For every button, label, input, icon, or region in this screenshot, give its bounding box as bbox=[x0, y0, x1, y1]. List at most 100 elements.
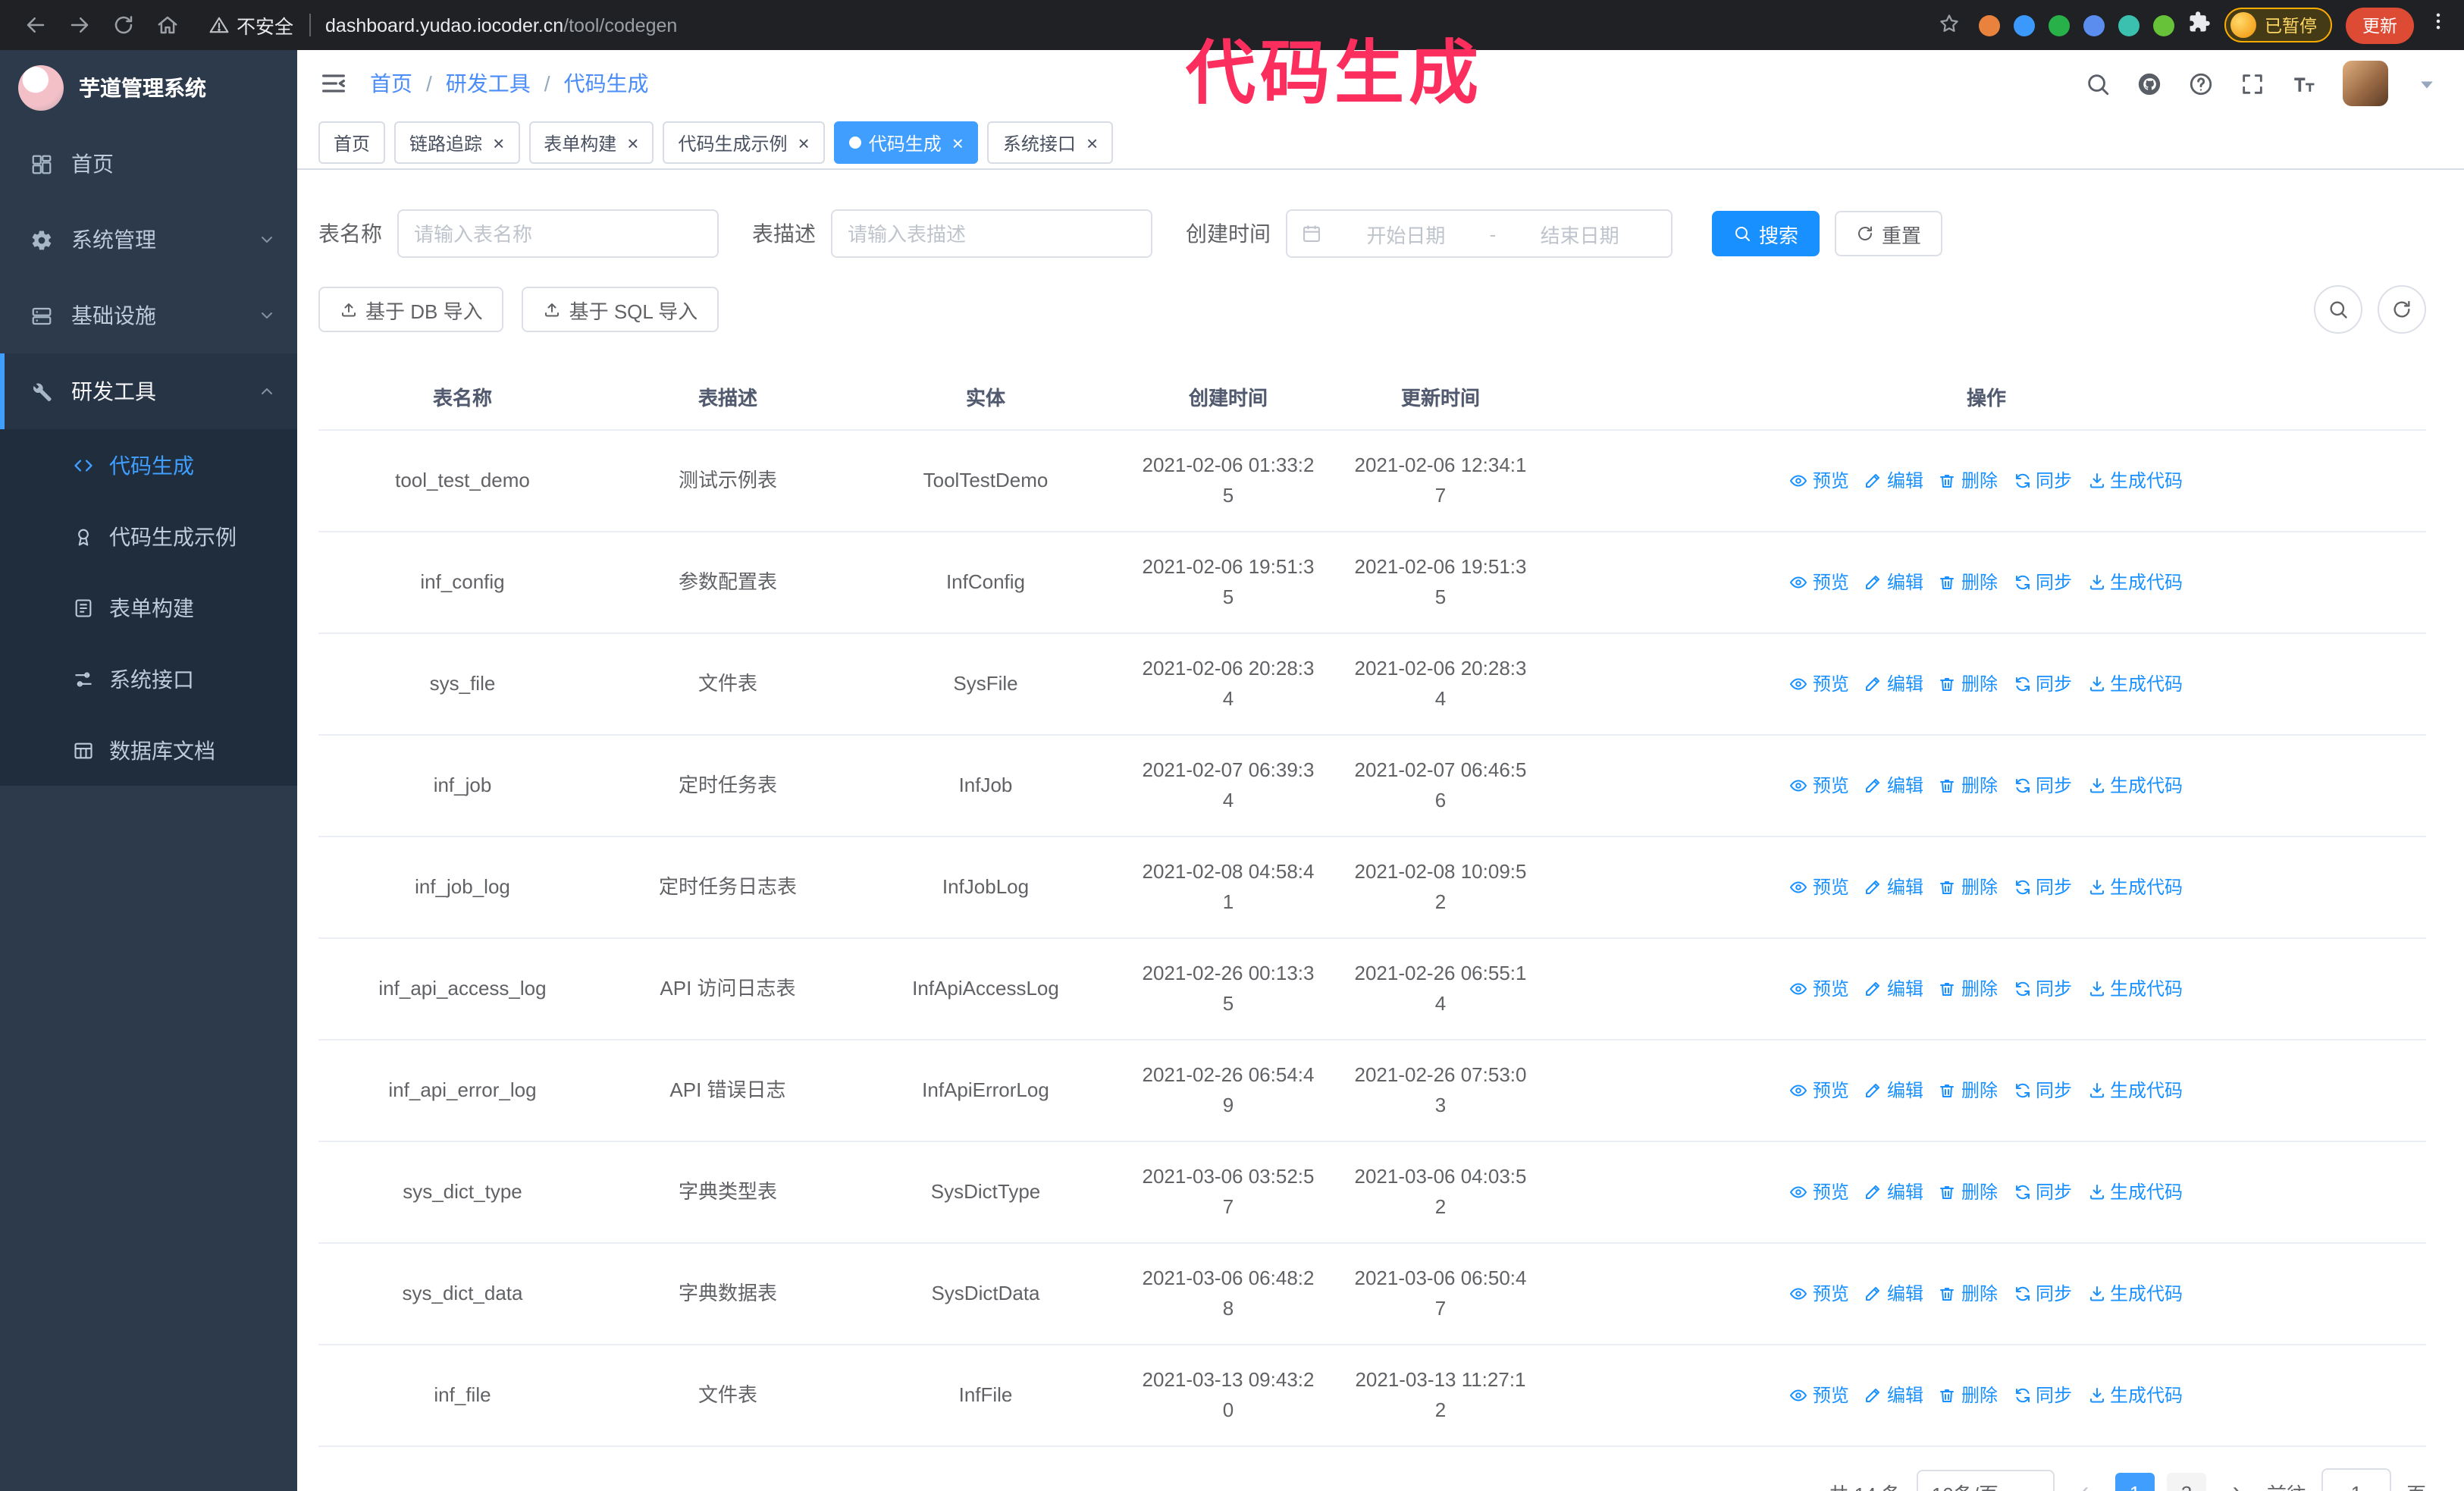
tab-close-icon[interactable]: × bbox=[952, 133, 964, 152]
extensions-puzzle-button[interactable] bbox=[2187, 10, 2210, 40]
sync-link[interactable]: 同步 bbox=[2013, 974, 2072, 1004]
preview-link[interactable]: 预览 bbox=[1790, 1279, 1849, 1309]
delete-link[interactable]: 删除 bbox=[1939, 1279, 1998, 1309]
generate-link[interactable]: 生成代码 bbox=[2087, 1075, 2183, 1106]
delete-link[interactable]: 删除 bbox=[1939, 1075, 1998, 1106]
preview-link[interactable]: 预览 bbox=[1790, 1380, 1849, 1411]
preview-link[interactable]: 预览 bbox=[1790, 974, 1849, 1004]
sync-link[interactable]: 同步 bbox=[2013, 466, 2072, 496]
tab-close-icon[interactable]: × bbox=[627, 133, 638, 152]
browser-menu-button[interactable] bbox=[2428, 11, 2449, 39]
extension-icon[interactable] bbox=[2048, 14, 2069, 36]
extension-icon[interactable] bbox=[2118, 14, 2139, 36]
security-chip[interactable]: 不安全 bbox=[209, 11, 293, 39]
delete-link[interactable]: 删除 bbox=[1939, 669, 1998, 699]
profile-chip[interactable]: 已暂停 bbox=[2224, 8, 2332, 42]
browser-update-button[interactable]: 更新 bbox=[2346, 7, 2414, 43]
edit-link[interactable]: 编辑 bbox=[1864, 1279, 1923, 1309]
breadcrumb-item-0[interactable]: 首页 bbox=[370, 68, 412, 99]
import-db-button[interactable]: 基于 DB 导入 bbox=[318, 287, 504, 332]
edit-link[interactable]: 编辑 bbox=[1864, 771, 1923, 801]
generate-link[interactable]: 生成代码 bbox=[2087, 1177, 2183, 1207]
sync-link[interactable]: 同步 bbox=[2013, 567, 2072, 598]
preview-link[interactable]: 预览 bbox=[1790, 567, 1849, 598]
sidebar-logo[interactable]: 芋道管理系统 bbox=[0, 50, 297, 126]
generate-link[interactable]: 生成代码 bbox=[2087, 1279, 2183, 1309]
extension-icon[interactable] bbox=[1978, 14, 1999, 36]
page-size-select[interactable]: 10条/页 bbox=[1916, 1470, 2055, 1491]
delete-link[interactable]: 删除 bbox=[1939, 466, 1998, 496]
generate-link[interactable]: 生成代码 bbox=[2087, 771, 2183, 801]
edit-link[interactable]: 编辑 bbox=[1864, 1075, 1923, 1106]
help-icon[interactable] bbox=[2188, 71, 2214, 96]
delete-link[interactable]: 删除 bbox=[1939, 771, 1998, 801]
goto-page-input[interactable] bbox=[2321, 1468, 2391, 1491]
tab-3[interactable]: 代码生成示例 × bbox=[663, 121, 825, 164]
table-name-input[interactable] bbox=[397, 209, 719, 258]
generate-link[interactable]: 生成代码 bbox=[2087, 974, 2183, 1004]
github-icon[interactable] bbox=[2136, 71, 2162, 96]
sidebar-item-0[interactable]: 首页 bbox=[0, 126, 297, 202]
tab-2[interactable]: 表单构建 × bbox=[528, 121, 654, 164]
browser-home-button[interactable] bbox=[147, 5, 187, 45]
browser-forward-button[interactable] bbox=[59, 5, 99, 45]
edit-link[interactable]: 编辑 bbox=[1864, 567, 1923, 598]
chevron-down-icon[interactable] bbox=[2414, 71, 2440, 96]
sync-link[interactable]: 同步 bbox=[2013, 1177, 2072, 1207]
sync-link[interactable]: 同步 bbox=[2013, 1279, 2072, 1309]
tab-5[interactable]: 系统接口 × bbox=[987, 121, 1114, 164]
sidebar-subitem-1[interactable]: 代码生成示例 bbox=[0, 501, 297, 572]
sync-link[interactable]: 同步 bbox=[2013, 1380, 2072, 1411]
edit-link[interactable]: 编辑 bbox=[1864, 872, 1923, 902]
tab-close-icon[interactable]: × bbox=[1086, 133, 1098, 152]
preview-link[interactable]: 预览 bbox=[1790, 1075, 1849, 1106]
search-icon[interactable] bbox=[2085, 71, 2111, 96]
preview-link[interactable]: 预览 bbox=[1790, 669, 1849, 699]
sidebar-item-2[interactable]: 基础设施 bbox=[0, 278, 297, 353]
extension-icon[interactable] bbox=[2152, 14, 2174, 36]
edit-link[interactable]: 编辑 bbox=[1864, 1380, 1923, 1411]
sync-link[interactable]: 同步 bbox=[2013, 771, 2072, 801]
browser-reload-button[interactable] bbox=[103, 5, 143, 45]
edit-link[interactable]: 编辑 bbox=[1864, 669, 1923, 699]
tab-close-icon[interactable]: × bbox=[798, 133, 810, 152]
fullscreen-icon[interactable] bbox=[2240, 71, 2265, 96]
generate-link[interactable]: 生成代码 bbox=[2087, 567, 2183, 598]
tab-0[interactable]: 首页 bbox=[318, 121, 386, 164]
preview-link[interactable]: 预览 bbox=[1790, 1177, 1849, 1207]
tab-1[interactable]: 链路追踪 × bbox=[394, 121, 520, 164]
user-avatar[interactable] bbox=[2343, 61, 2388, 106]
preview-link[interactable]: 预览 bbox=[1790, 872, 1849, 902]
extension-icon[interactable] bbox=[2083, 14, 2104, 36]
generate-link[interactable]: 生成代码 bbox=[2087, 872, 2183, 902]
sidebar-fold-icon[interactable] bbox=[318, 68, 349, 99]
delete-link[interactable]: 删除 bbox=[1939, 872, 1998, 902]
search-button[interactable]: 搜索 bbox=[1712, 211, 1820, 256]
browser-back-button[interactable] bbox=[15, 5, 55, 45]
refresh-table-button[interactable] bbox=[2378, 285, 2426, 334]
delete-link[interactable]: 删除 bbox=[1939, 1177, 1998, 1207]
generate-link[interactable]: 生成代码 bbox=[2087, 669, 2183, 699]
reset-button[interactable]: 重置 bbox=[1835, 211, 1943, 256]
search-toggle-button[interactable] bbox=[2314, 285, 2362, 334]
page-button-1[interactable]: 1 bbox=[2114, 1473, 2155, 1491]
sidebar-item-3[interactable]: 研发工具 bbox=[0, 353, 297, 429]
date-range-picker[interactable]: 开始日期 - 结束日期 bbox=[1286, 209, 1672, 258]
sync-link[interactable]: 同步 bbox=[2013, 669, 2072, 699]
sidebar-item-1[interactable]: 系统管理 bbox=[0, 202, 297, 278]
table-desc-input[interactable] bbox=[831, 209, 1152, 258]
sidebar-subitem-4[interactable]: 数据库文档 bbox=[0, 714, 297, 786]
sidebar-subitem-3[interactable]: 系统接口 bbox=[0, 643, 297, 714]
edit-link[interactable]: 编辑 bbox=[1864, 1177, 1923, 1207]
breadcrumb-item-1[interactable]: 研发工具 bbox=[446, 68, 531, 99]
edit-link[interactable]: 编辑 bbox=[1864, 466, 1923, 496]
delete-link[interactable]: 删除 bbox=[1939, 567, 1998, 598]
tab-close-icon[interactable]: × bbox=[493, 133, 504, 152]
sidebar-subitem-2[interactable]: 表单构建 bbox=[0, 572, 297, 643]
generate-link[interactable]: 生成代码 bbox=[2087, 466, 2183, 496]
font-size-icon[interactable] bbox=[2291, 71, 2317, 96]
sidebar-subitem-0[interactable]: 代码生成 bbox=[0, 429, 297, 501]
edit-link[interactable]: 编辑 bbox=[1864, 974, 1923, 1004]
page-button-2[interactable]: 2 bbox=[2166, 1473, 2206, 1491]
preview-link[interactable]: 预览 bbox=[1790, 771, 1849, 801]
